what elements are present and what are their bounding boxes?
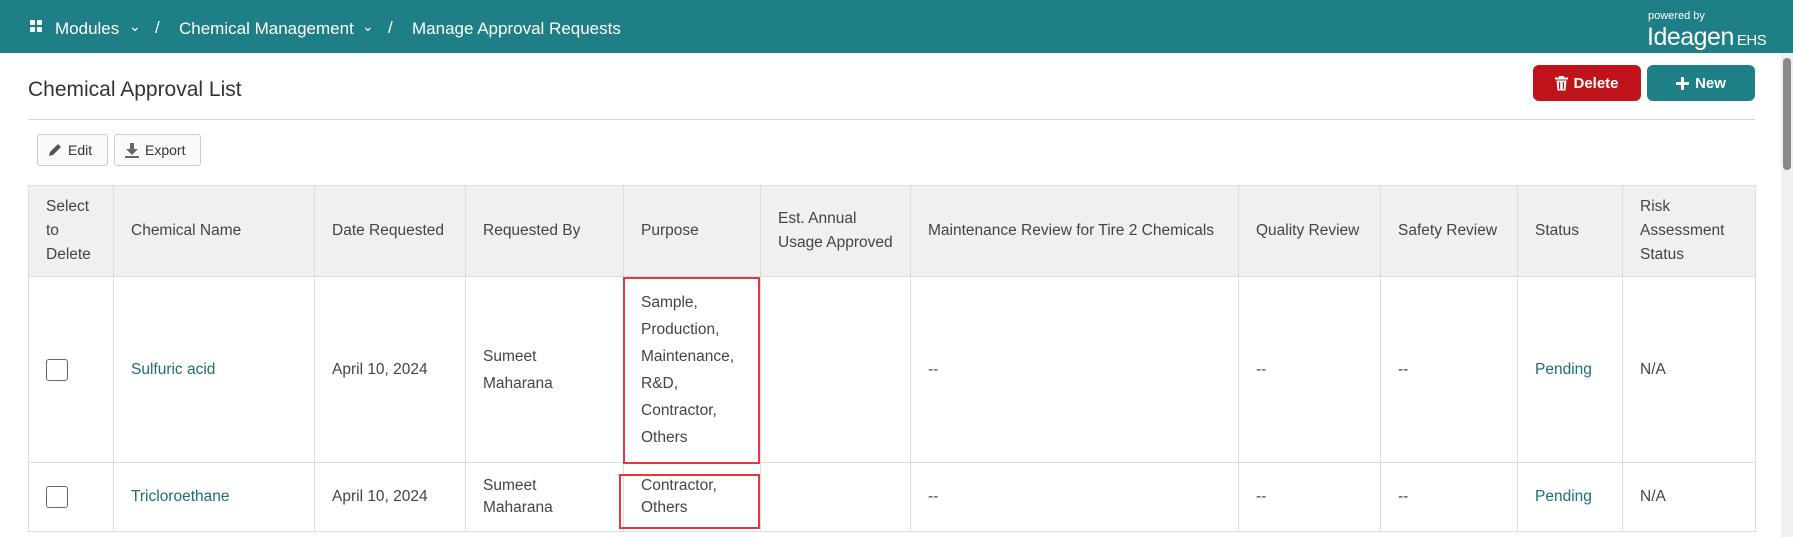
status-badge: Pending bbox=[1535, 488, 1592, 505]
column-header[interactable]: Date Requested bbox=[314, 185, 466, 277]
status-cell: Pending bbox=[1517, 276, 1623, 463]
breadcrumb-separator: / bbox=[388, 18, 393, 37]
status-badge: Pending bbox=[1535, 361, 1592, 378]
chevron-down-icon[interactable]: ⌄ bbox=[362, 18, 374, 35]
chemical-name-cell: Sulfuric acid bbox=[113, 276, 315, 463]
chemical-name-link[interactable]: Sulfuric acid bbox=[131, 361, 215, 378]
top-bar: Modules ⌄ / Chemical Management ⌄ / Mana… bbox=[0, 0, 1793, 53]
export-button-label: Export bbox=[145, 142, 186, 158]
row-select-checkbox[interactable] bbox=[46, 358, 68, 381]
maintenance-review-cell: -- bbox=[910, 462, 1239, 532]
powered-by-text: powered by bbox=[1648, 10, 1705, 22]
chemical-approval-table: Select to Delete Chemical Name Date Requ… bbox=[28, 185, 1756, 532]
modules-grid-icon bbox=[30, 20, 43, 33]
usage-cell bbox=[760, 462, 911, 532]
quality-review-cell: -- bbox=[1238, 276, 1381, 463]
breadcrumb-separator: / bbox=[155, 18, 160, 37]
row-select-checkbox[interactable] bbox=[46, 486, 68, 508]
column-header[interactable]: Chemical Name bbox=[113, 185, 315, 277]
plus-icon bbox=[1676, 76, 1690, 90]
safety-review-cell: -- bbox=[1380, 276, 1518, 463]
title-divider bbox=[28, 119, 1755, 120]
table-row: Tricloroethane April 10, 2024 Sumeet Mah… bbox=[28, 462, 1756, 532]
usage-cell bbox=[760, 276, 911, 463]
page-title: Chemical Approval List bbox=[28, 78, 242, 101]
chemical-name-link[interactable]: Tricloroethane bbox=[131, 488, 230, 505]
date-cell: April 10, 2024 bbox=[314, 462, 466, 532]
column-header[interactable]: Requested By bbox=[465, 185, 624, 277]
new-button-label: New bbox=[1695, 74, 1726, 92]
chemical-name-cell: Tricloroethane bbox=[113, 462, 315, 532]
pencil-icon bbox=[49, 144, 61, 156]
table-row: Sulfuric acid April 10, 2024 Sumeet Maha… bbox=[28, 276, 1756, 463]
download-icon bbox=[125, 142, 139, 158]
column-header[interactable]: Status bbox=[1517, 185, 1623, 277]
safety-review-cell: -- bbox=[1380, 462, 1518, 532]
export-button[interactable]: Export bbox=[114, 134, 201, 166]
brand-logo: Ideagen EHS bbox=[1647, 23, 1767, 51]
column-header[interactable]: Risk Assessment Status bbox=[1622, 185, 1756, 277]
select-cell bbox=[28, 276, 114, 463]
requested-by-cell: Sumeet Maharana bbox=[465, 462, 624, 532]
scrollbar-thumb[interactable] bbox=[1783, 58, 1791, 170]
table-header-row: Select to Delete Chemical Name Date Requ… bbox=[28, 185, 1756, 277]
breadcrumb-chemical-management[interactable]: Chemical Management bbox=[179, 19, 354, 39]
purpose-cell: Sample, Production, Maintenance, R&D, Co… bbox=[623, 276, 761, 463]
column-header[interactable]: Purpose bbox=[623, 185, 761, 277]
risk-status-cell: N/A bbox=[1622, 276, 1756, 463]
new-button[interactable]: New bbox=[1647, 65, 1755, 101]
chevron-down-icon[interactable]: ⌄ bbox=[129, 18, 141, 35]
column-header: Select to Delete bbox=[28, 185, 114, 277]
trash-icon bbox=[1555, 75, 1569, 90]
maintenance-review-cell: -- bbox=[910, 276, 1239, 463]
column-header[interactable]: Quality Review bbox=[1238, 185, 1381, 277]
column-header[interactable]: Est. Annual Usage Approved bbox=[760, 185, 911, 277]
risk-status-cell: N/A bbox=[1622, 462, 1756, 532]
edit-button-label: Edit bbox=[68, 142, 93, 158]
requested-by-cell: Sumeet Maharana bbox=[465, 276, 624, 463]
delete-button[interactable]: Delete bbox=[1533, 65, 1641, 101]
breadcrumb-current-page: Manage Approval Requests bbox=[412, 19, 621, 38]
delete-button-label: Delete bbox=[1573, 74, 1619, 92]
column-header[interactable]: Maintenance Review for Tire 2 Chemicals bbox=[910, 185, 1239, 277]
status-cell: Pending bbox=[1517, 462, 1623, 532]
date-cell: April 10, 2024 bbox=[314, 276, 466, 463]
column-header[interactable]: Safety Review bbox=[1380, 185, 1518, 277]
breadcrumb-modules[interactable]: Modules bbox=[55, 19, 119, 39]
edit-button[interactable]: Edit bbox=[37, 134, 108, 166]
purpose-cell: Contractor, Others bbox=[623, 462, 761, 532]
select-cell bbox=[28, 462, 114, 532]
quality-review-cell: -- bbox=[1238, 462, 1381, 532]
